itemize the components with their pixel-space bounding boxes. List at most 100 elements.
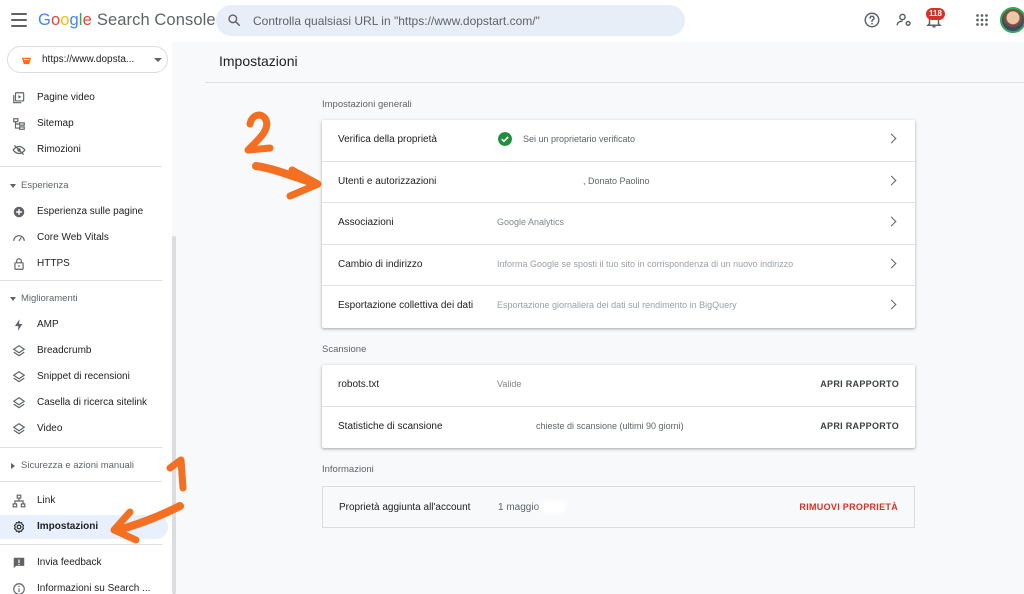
video-page-icon xyxy=(13,92,25,104)
sidebar-item-casella-ricerca-sitelink[interactable]: Casella di ricerca sitelink xyxy=(0,391,168,415)
sidebar-item-invia-feedback[interactable]: Invia feedback xyxy=(0,551,168,575)
layers-icon xyxy=(12,397,26,409)
chevron-right-icon xyxy=(886,175,897,185)
link-network-icon xyxy=(12,494,26,508)
sidebar-item-label: Core Web Vitals xyxy=(37,232,109,243)
sidebar-item-label: Esperienza sulle pagine xyxy=(37,206,144,217)
sidebar-item-label: Invia feedback xyxy=(37,557,102,568)
chevron-right-icon xyxy=(886,133,897,144)
chevron-down-icon xyxy=(10,297,16,301)
row-value: Google Analytics xyxy=(497,217,565,227)
general-settings-card: Verifica della proprietà Sei un propriet… xyxy=(322,120,915,328)
help-icon[interactable] xyxy=(863,11,881,29)
sidebar-item-breadcrumb[interactable]: Breadcrumb xyxy=(0,339,168,363)
bolt-icon xyxy=(14,319,23,331)
row-value: , Donato Paolino xyxy=(583,175,650,186)
settings-row-associazioni[interactable]: Associazioni Google Analytics xyxy=(322,203,915,245)
chevron-right-icon xyxy=(11,463,15,469)
property-favicon-icon xyxy=(21,55,32,66)
app-logo[interactable]: Google Search Console xyxy=(38,11,216,30)
info-card: Proprietà aggiunta all'account 1 maggio … xyxy=(322,486,915,528)
sidebar-item-core-web-vitals[interactable]: Core Web Vitals xyxy=(0,226,168,250)
settings-row-verifica[interactable]: Verifica della proprietà Sei un propriet… xyxy=(322,120,915,162)
sidebar: https://www.dopsta... Pagine video Sitem… xyxy=(0,42,172,594)
logo-letter: e xyxy=(82,11,92,29)
sidebar-item-impostazioni[interactable]: Impostazioni xyxy=(0,515,168,539)
lock-icon xyxy=(14,258,24,270)
row-label: Utenti e autorizzazioni xyxy=(338,175,437,187)
row-value: chieste di scansione (ultimi 90 giorni) xyxy=(536,420,684,431)
section-sicurezza[interactable]: Sicurezza e azioni manuali xyxy=(0,455,168,477)
row-value: Valide xyxy=(497,379,522,389)
sidebar-item-esperienza-pagine[interactable]: Esperienza sulle pagine xyxy=(0,200,168,224)
row-value: 1 maggio xyxy=(498,502,540,513)
row-label: Verifica della proprietà xyxy=(338,134,437,145)
feedback-icon xyxy=(13,557,25,569)
sidebar-item-https[interactable]: HTTPS xyxy=(0,252,168,276)
logo-letter: g xyxy=(69,11,79,29)
divider xyxy=(205,82,1024,83)
search-input[interactable] xyxy=(253,5,673,36)
sidebar-item-sitemap[interactable]: Sitemap xyxy=(0,112,168,136)
sidebar-item-rimozioni[interactable]: Rimozioni xyxy=(0,138,168,162)
divider xyxy=(0,166,162,167)
sidebar-item-link[interactable]: Link xyxy=(0,489,168,513)
section-esperienza[interactable]: Esperienza xyxy=(0,175,168,197)
sidebar-item-info-search-console[interactable]: Informazioni su Search ... xyxy=(0,577,168,594)
sidebar-item-label: Link xyxy=(37,495,56,506)
section-label: Miglioramenti xyxy=(21,293,78,304)
sidebar-item-pagine-video[interactable]: Pagine video xyxy=(0,86,168,110)
logo-letter: o xyxy=(50,11,61,29)
row-value: Informa Google se sposti il tuo sito in … xyxy=(497,258,794,269)
crawl-card: robots.txt Valide APRI RAPPORTO Statisti… xyxy=(322,365,915,448)
sidebar-item-label: Breadcrumb xyxy=(37,345,92,356)
sitemap-icon xyxy=(13,118,25,130)
redacted-date xyxy=(540,500,566,514)
sidebar-item-label: AMP xyxy=(37,319,59,330)
annotation-arrow-two-head xyxy=(286,166,322,200)
settings-row-statistiche: Statistiche di scansione chieste di scan… xyxy=(322,407,915,449)
sidebar-item-label: Pagine video xyxy=(37,92,95,103)
settings-row-cambio-indirizzo[interactable]: Cambio di indirizzo Informa Google se sp… xyxy=(322,245,915,286)
sidebar-scrollbar[interactable] xyxy=(172,236,176,594)
settings-row-utenti[interactable]: Utenti e autorizzazioni , Donato Paolino xyxy=(322,162,915,203)
sidebar-item-label: Snippet di recensioni xyxy=(37,371,130,382)
product-name: Search Console xyxy=(96,11,216,29)
info-icon xyxy=(13,583,25,594)
menu-icon[interactable] xyxy=(11,13,27,27)
row-label: Cambio di indirizzo xyxy=(338,258,423,270)
plus-circle-icon xyxy=(13,206,25,218)
row-label: robots.txt xyxy=(338,379,380,390)
row-label: Proprietà aggiunta all'account xyxy=(339,502,471,513)
sidebar-item-video[interactable]: Video xyxy=(0,417,168,441)
manage-users-icon[interactable] xyxy=(895,11,913,29)
page-title: Impostazioni xyxy=(219,53,298,69)
logo-letter: o xyxy=(60,11,70,29)
row-value: Sei un proprietario verificato xyxy=(523,134,636,144)
property-label: https://www.dopsta... xyxy=(42,54,135,65)
sidebar-item-label: Casella di ricerca sitelink xyxy=(37,397,148,408)
remove-property-button[interactable]: RIMUOVI PROPRIETÀ xyxy=(799,502,898,512)
url-inspection-search[interactable] xyxy=(216,5,685,36)
divider xyxy=(0,447,162,448)
section-miglioramenti[interactable]: Miglioramenti xyxy=(0,288,168,310)
section-label-general: Impostazioni generali xyxy=(322,99,412,110)
sidebar-item-label: Rimozioni xyxy=(37,144,81,155)
open-report-button[interactable]: APRI RAPPORTO xyxy=(820,379,899,389)
sidebar-item-snippet-recensioni[interactable]: Snippet di recensioni xyxy=(0,365,168,389)
open-report-button[interactable]: APRI RAPPORTO xyxy=(820,421,899,431)
property-selector[interactable]: https://www.dopsta... xyxy=(7,46,168,73)
sidebar-item-amp[interactable]: AMP xyxy=(0,313,168,337)
avatar[interactable] xyxy=(1000,7,1024,33)
settings-row-esportazione[interactable]: Esportazione collettiva dei dati Esporta… xyxy=(322,286,915,328)
logo-letter: G xyxy=(38,11,51,29)
divider xyxy=(0,280,162,281)
sidebar-item-label: Sitemap xyxy=(37,118,74,129)
gear-icon xyxy=(13,520,25,534)
divider xyxy=(0,481,162,482)
row-value: Esportazione giornaliera dei dati sul re… xyxy=(497,300,737,310)
top-app-bar: GoogleSearch Console 118 xyxy=(0,0,1024,42)
sidebar-item-label: Impostazioni xyxy=(37,521,99,532)
chevron-right-icon xyxy=(886,216,897,227)
apps-grid-icon[interactable] xyxy=(973,11,991,29)
